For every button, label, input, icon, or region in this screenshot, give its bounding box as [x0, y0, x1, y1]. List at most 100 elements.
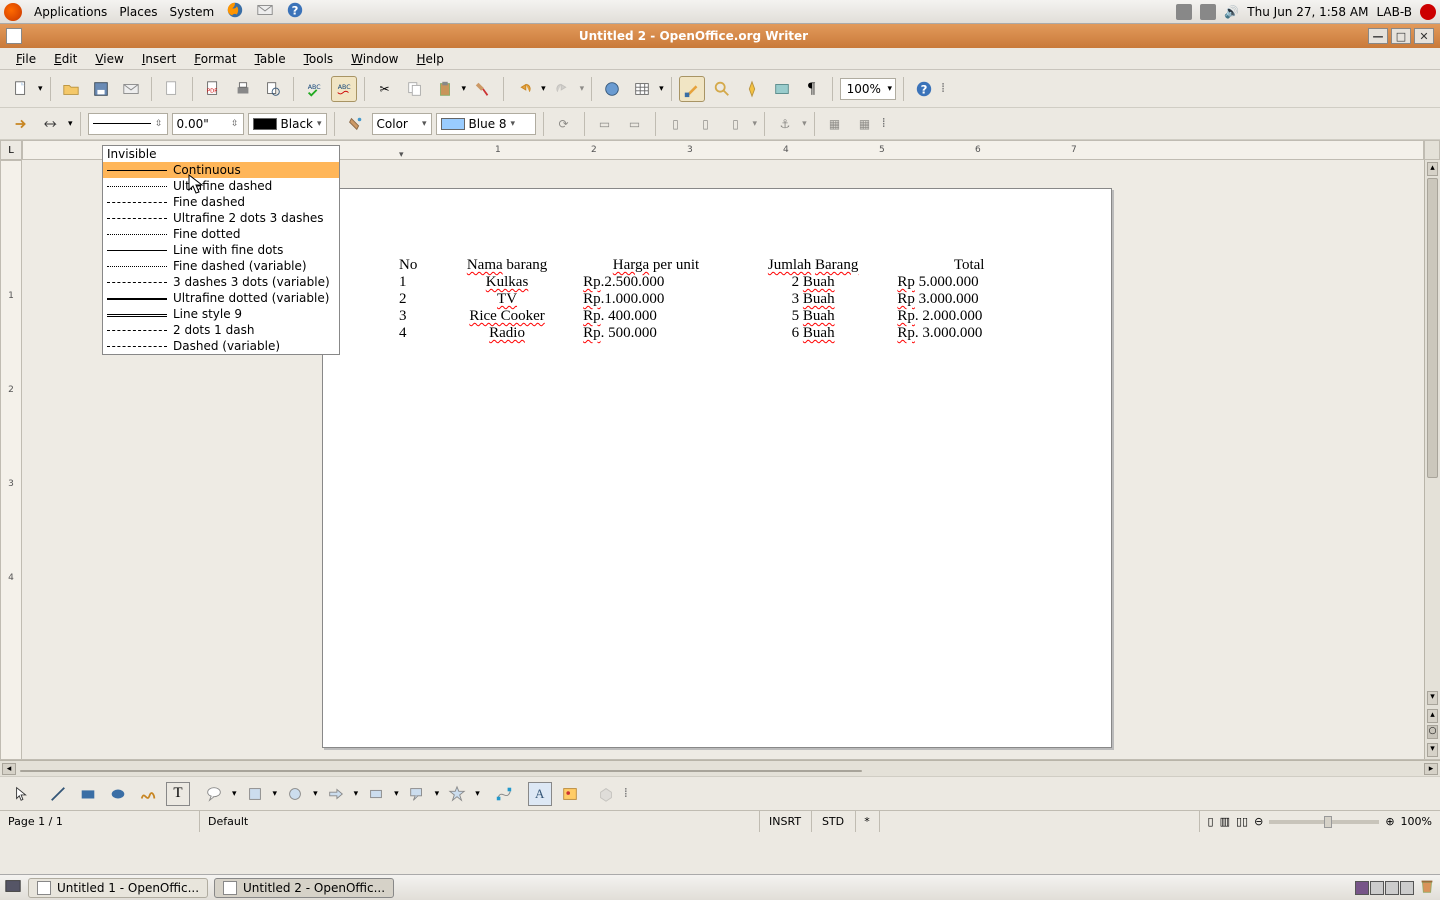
page-indicator[interactable]: Page 1 / 1 [0, 811, 200, 832]
minimize-button[interactable]: — [1368, 28, 1388, 44]
from-file-tool[interactable] [558, 782, 582, 806]
points-tool[interactable] [492, 782, 516, 806]
menu-view[interactable]: View [87, 50, 131, 68]
spellcheck-button[interactable]: ABC [301, 76, 327, 102]
scroll-up-button[interactable]: ▴ [1427, 162, 1438, 176]
volume-icon[interactable]: 🔊 [1224, 5, 1239, 19]
view-book-button[interactable]: ▯▯ [1236, 815, 1248, 828]
line-style-option[interactable]: Continuous [103, 162, 339, 178]
find-button[interactable] [709, 76, 735, 102]
line-style-dropdown[interactable]: InvisibleContinuousUltrafine dashed Fine … [102, 145, 340, 355]
help-button[interactable]: ? [911, 76, 937, 102]
menu-table[interactable]: Table [247, 50, 294, 68]
callout-tool[interactable] [202, 782, 226, 806]
prev-page-button[interactable]: ▴ [1427, 709, 1438, 723]
menu-format[interactable]: Format [186, 50, 244, 68]
menu-help[interactable]: Help [409, 50, 452, 68]
selection-mode[interactable]: STD [812, 811, 856, 832]
power-icon[interactable] [1420, 4, 1436, 20]
menu-edit[interactable]: Edit [46, 50, 85, 68]
gallery-button[interactable] [769, 76, 795, 102]
save-button[interactable] [88, 76, 114, 102]
table-button[interactable] [629, 76, 655, 102]
anchor-button[interactable]: ⚓ [772, 111, 798, 137]
flowchart-tool[interactable] [364, 782, 388, 806]
export-pdf-button[interactable]: PDF [200, 76, 226, 102]
zoom-in-button[interactable]: ⊕ [1385, 815, 1394, 828]
ellipse-tool[interactable] [106, 782, 130, 806]
new-button[interactable] [8, 76, 34, 102]
taskbar-item[interactable]: Untitled 2 - OpenOffic... [214, 878, 394, 898]
print-preview-button[interactable] [260, 76, 286, 102]
maximize-button[interactable]: □ [1391, 28, 1411, 44]
print-button[interactable] [230, 76, 256, 102]
symbol-shapes-tool[interactable] [283, 782, 307, 806]
area-button[interactable] [342, 111, 368, 137]
insert-mode[interactable]: INSRT [760, 811, 812, 832]
cut-button[interactable]: ✂ [372, 76, 398, 102]
scroll-down-button[interactable]: ▾ [1427, 691, 1438, 705]
rotate-button[interactable]: ⟳ [551, 111, 577, 137]
line-style-option[interactable]: Fine dotted [103, 226, 339, 242]
edit-button[interactable] [159, 76, 185, 102]
ungroup-button[interactable]: ▦ [822, 111, 848, 137]
line-style-option[interactable]: Ultrafine dotted (variable) [103, 290, 339, 306]
trash-icon[interactable] [1418, 877, 1436, 898]
tray-icon-2[interactable] [1200, 4, 1216, 20]
align3-button[interactable]: ▯ [723, 111, 749, 137]
page[interactable]: NoNama barangHarga per unitJumlah Barang… [322, 188, 1112, 748]
text-tool[interactable]: T [166, 782, 190, 806]
document-table[interactable]: NoNama barangHarga per unitJumlah Barang… [395, 257, 1045, 342]
navigator-button[interactable] [739, 76, 765, 102]
line-style-option[interactable]: Line style 9 [103, 306, 339, 322]
open-button[interactable] [58, 76, 84, 102]
zoom-combo[interactable]: 100%▾ [840, 78, 896, 100]
nav-select-button[interactable]: ○ [1427, 725, 1438, 739]
help-icon[interactable]: ? [286, 1, 304, 22]
arrowheads-left-button[interactable] [8, 111, 34, 137]
menu-insert[interactable]: Insert [134, 50, 184, 68]
select-tool[interactable] [10, 782, 34, 806]
menu-tools[interactable]: Tools [296, 50, 342, 68]
next-page-button[interactable]: ▾ [1427, 743, 1438, 757]
firefox-icon[interactable] [226, 1, 244, 22]
menu-window[interactable]: Window [343, 50, 406, 68]
line-style-combo[interactable]: ⇳ [88, 113, 168, 135]
style-indicator[interactable]: Default [200, 811, 760, 832]
copy-button[interactable] [402, 76, 428, 102]
gnome-menu-applications[interactable]: Applications [34, 5, 107, 19]
line-style-option-invisible[interactable]: Invisible [103, 146, 339, 162]
line-style-option[interactable]: 2 dots 1 dash [103, 322, 339, 338]
stars-tool[interactable] [445, 782, 469, 806]
window-titlebar[interactable]: Untitled 2 - OpenOffice.org Writer — □ ✕ [0, 24, 1440, 48]
align1-button[interactable]: ▯ [663, 111, 689, 137]
horizontal-scrollbar[interactable]: ◂ ▸ [0, 760, 1440, 776]
extrusion-tool[interactable] [594, 782, 618, 806]
tray-icon-1[interactable] [1176, 4, 1192, 20]
undo-button[interactable] [511, 76, 537, 102]
line-style-option[interactable]: Ultrafine dashed [103, 178, 339, 194]
line-width-field[interactable]: 0.00"⇳ [172, 113, 244, 135]
email-button[interactable] [118, 76, 144, 102]
line-color-combo[interactable]: Black▾ [248, 113, 327, 135]
view-single-button[interactable]: ▯ [1208, 815, 1214, 828]
line-style-option[interactable]: Ultrafine 2 dots 3 dashes [103, 210, 339, 226]
line-style-option[interactable]: Line with fine dots [103, 242, 339, 258]
gnome-menu-places[interactable]: Places [119, 5, 157, 19]
ubuntu-logo-icon[interactable] [4, 3, 22, 21]
autospell-button[interactable]: ABC [331, 76, 357, 102]
clock[interactable]: Thu Jun 27, 1:58 AM [1247, 5, 1368, 19]
show-desktop-button[interactable] [4, 877, 22, 898]
session-label[interactable]: LAB-B [1376, 5, 1412, 19]
vertical-ruler[interactable]: 1234 [0, 160, 22, 760]
paste-button[interactable] [432, 76, 458, 102]
freeform-tool[interactable] [136, 782, 160, 806]
rectangle-tool[interactable] [76, 782, 100, 806]
view-multi-button[interactable]: ▥ [1220, 815, 1230, 828]
close-button[interactable]: ✕ [1414, 28, 1434, 44]
callouts-tool[interactable] [405, 782, 429, 806]
mail-icon[interactable] [256, 1, 274, 22]
arrowheads-right-button[interactable] [38, 111, 64, 137]
redo-button[interactable] [550, 76, 576, 102]
nonprinting-button[interactable]: ¶ [799, 76, 825, 102]
